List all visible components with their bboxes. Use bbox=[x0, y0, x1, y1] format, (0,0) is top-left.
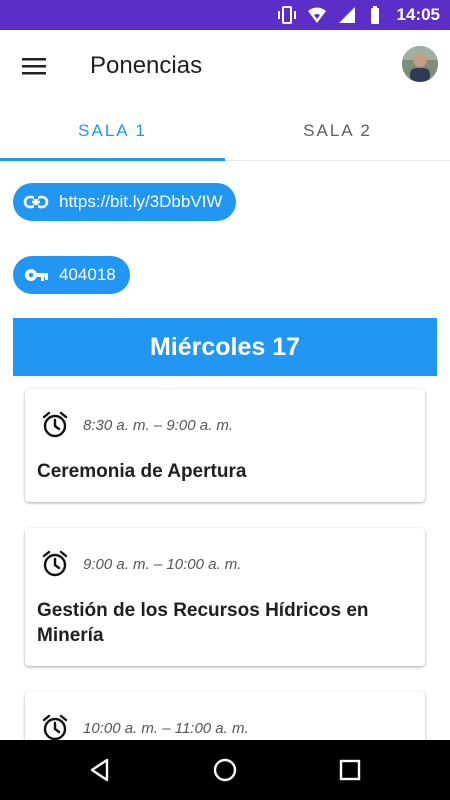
link-chip-label: https://bit.ly/3DbbVIW bbox=[59, 192, 223, 211]
home-icon[interactable] bbox=[210, 755, 240, 785]
tab-sala-1[interactable]: SALA 1 bbox=[0, 102, 225, 160]
alarm-clock-icon bbox=[42, 550, 68, 577]
menu-icon[interactable] bbox=[16, 48, 52, 84]
key-chip[interactable]: 404018 bbox=[13, 256, 130, 294]
link-chip[interactable]: https://bit.ly/3DbbVIW bbox=[13, 183, 237, 221]
tab-sala-2[interactable]: SALA 2 bbox=[225, 102, 450, 160]
tab-bar: SALA 1 SALA 2 bbox=[0, 102, 450, 161]
status-icons: 14:05 bbox=[277, 0, 440, 30]
session-time-row: 9:00 a. m. – 10:00 a. m. bbox=[41, 550, 241, 578]
wifi-icon bbox=[307, 5, 327, 25]
session-title: Gestión de los Recursos Hídricos en Mine… bbox=[37, 600, 369, 646]
day-header: Miércoles 17 bbox=[13, 318, 437, 376]
tab-indicator bbox=[0, 158, 225, 161]
battery-icon bbox=[367, 5, 387, 25]
back-icon[interactable] bbox=[85, 755, 115, 785]
recents-icon[interactable] bbox=[335, 755, 365, 785]
status-time: 14:05 bbox=[396, 5, 440, 24]
navigation-bar bbox=[0, 740, 450, 800]
session-title: Ceremonia de Apertura bbox=[37, 461, 247, 482]
signal-icon bbox=[337, 5, 357, 25]
alarm-clock-icon bbox=[42, 714, 68, 741]
app-bar: Ponencias bbox=[0, 30, 450, 102]
link-icon bbox=[23, 189, 49, 215]
alarm-clock-icon bbox=[42, 411, 68, 438]
session-card[interactable]: 9:00 a. m. – 10:00 a. m. Gestión de los … bbox=[25, 528, 425, 666]
session-card[interactable]: 8:30 a. m. – 9:00 a. m. Ceremonia de Ape… bbox=[25, 389, 425, 502]
key-icon bbox=[23, 262, 49, 288]
vibrate-icon bbox=[277, 5, 297, 25]
page-title: Ponencias bbox=[90, 52, 203, 79]
status-bar: 14:05 bbox=[0, 0, 450, 30]
session-time-row: 8:30 a. m. – 9:00 a. m. bbox=[41, 411, 233, 439]
session-time-row: 10:00 a. m. – 11:00 a. m. bbox=[41, 714, 249, 742]
key-chip-label: 404018 bbox=[59, 265, 116, 284]
session-time: 9:00 a. m. – 10:00 a. m. bbox=[83, 555, 242, 573]
avatar[interactable] bbox=[402, 46, 438, 82]
session-time: 10:00 a. m. – 11:00 a. m. bbox=[83, 719, 249, 737]
session-time: 8:30 a. m. – 9:00 a. m. bbox=[83, 416, 234, 434]
